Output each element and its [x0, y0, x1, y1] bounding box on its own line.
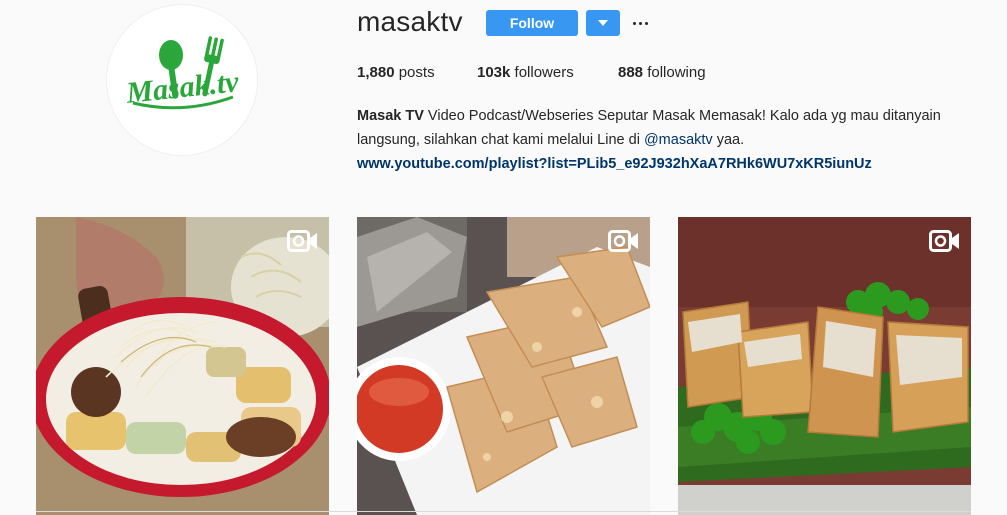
masak-tv-logo-icon: Masak.tv: [124, 36, 241, 110]
video-camera-icon: [608, 230, 638, 252]
post-thumbnail-3[interactable]: [678, 217, 971, 515]
post-thumbnail-1[interactable]: [36, 217, 329, 515]
food-photo-fried-tofu: [678, 217, 971, 515]
chevron-down-icon: [598, 20, 608, 26]
profile-bio: Masak TV Video Podcast/Webseries Seputar…: [357, 104, 957, 176]
post-thumbnail-2[interactable]: [357, 217, 650, 515]
video-camera-icon: [929, 230, 959, 252]
video-camera-icon: [287, 230, 317, 252]
bio-mention-link[interactable]: @masaktv: [644, 132, 713, 148]
following-link[interactable]: 888 following: [618, 64, 706, 81]
scroll-divider: [36, 511, 971, 512]
bio-name: Masak TV: [357, 108, 424, 124]
bio-text-end: yaa.: [712, 132, 745, 148]
followers-link[interactable]: 103k followers: [477, 64, 618, 81]
profile-stats: 1,880 posts 103k followers 888 following: [357, 64, 706, 81]
more-horizontal-icon: [631, 21, 649, 25]
logo-text: Masak.tv: [124, 65, 241, 110]
suggestions-dropdown-button[interactable]: [586, 10, 620, 36]
follow-button[interactable]: Follow: [486, 10, 578, 36]
profile-avatar[interactable]: Masak.tv: [106, 4, 258, 156]
more-options-button[interactable]: [630, 10, 650, 36]
profile-username: masaktv: [357, 6, 463, 37]
bio-website-link[interactable]: www.youtube.com/playlist?list=PLib5_e92J…: [357, 152, 957, 176]
food-photo-dumplings: [357, 217, 650, 515]
posts-count: 1,880 posts: [357, 64, 435, 81]
food-photo-gado-gado: [36, 217, 329, 515]
